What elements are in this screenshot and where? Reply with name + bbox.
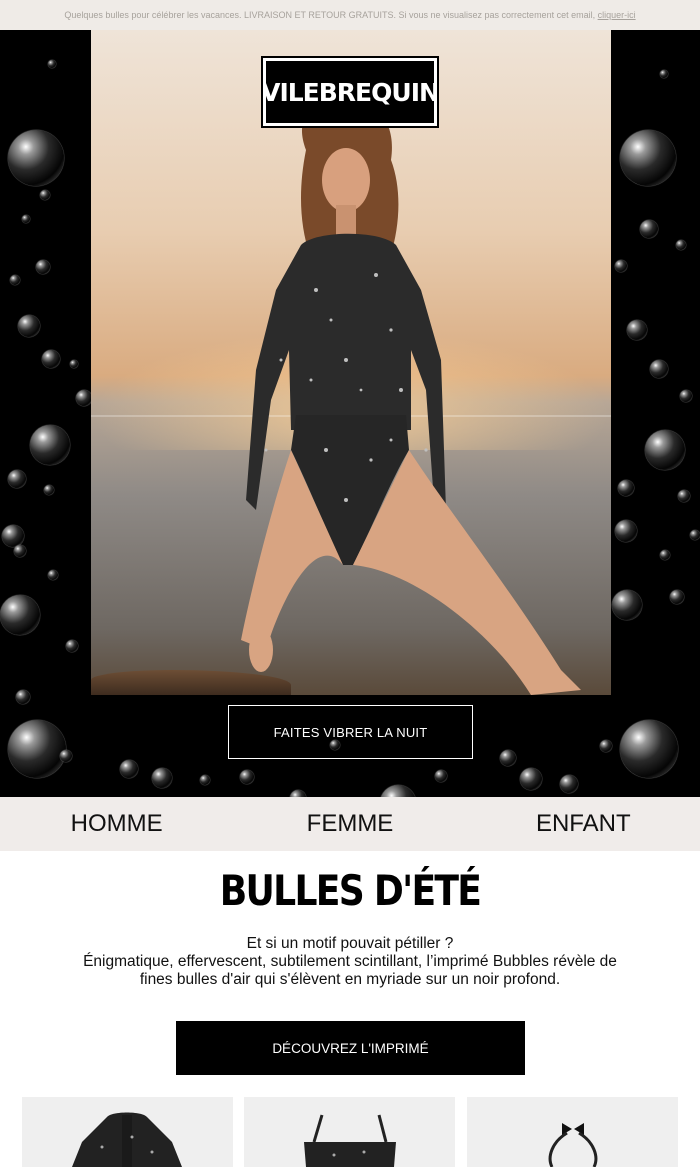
bubble-decoration: [10, 275, 20, 285]
description-line-2: Énigmatique, effervescent, subtilement s…: [83, 953, 617, 970]
bubble-decoration: [8, 130, 64, 186]
bubble-decoration: [620, 720, 678, 778]
bubble-decoration: [22, 215, 30, 223]
bubble-decoration: [435, 770, 447, 782]
product-jacket-image: [72, 1112, 182, 1167]
bubble-decoration: [640, 220, 658, 238]
bubble-decoration: [660, 70, 668, 78]
bubble-decoration: [76, 390, 92, 406]
hero-banner[interactable]: VILEBREQUIN FAITES VIBRER LA NUIT: [0, 30, 700, 797]
bubble-decoration: [660, 550, 670, 560]
bubble-decoration: [40, 190, 50, 200]
bubble-decoration: [42, 350, 60, 368]
bubble-decoration: [240, 770, 254, 784]
bubble-decoration: [2, 525, 24, 547]
bubble-decoration: [627, 320, 647, 340]
bubble-decoration: [680, 390, 692, 402]
product-card-halter[interactable]: [467, 1097, 678, 1167]
nav-item-enfant[interactable]: ENFANT: [467, 797, 700, 851]
description-line-3: fines bulles d'air qui s'élèvent en myri…: [139, 971, 561, 988]
bubble-decoration: [152, 768, 172, 788]
bubble-decoration: [618, 480, 634, 496]
product-card-swimsuit[interactable]: [244, 1097, 455, 1167]
bubble-decoration: [48, 570, 58, 580]
description-line-1: Et si un motif pouvait pétiller ?: [246, 935, 454, 952]
preheader: Quelques bulles pour célébrer les vacanc…: [0, 0, 700, 30]
nav-item-homme[interactable]: HOMME: [0, 797, 233, 851]
bubble-decoration: [44, 485, 54, 495]
bubble-decoration: [30, 425, 70, 465]
bubble-decoration: [612, 590, 642, 620]
bubble-decoration: [620, 130, 676, 186]
bubble-decoration: [645, 430, 685, 470]
bubble-decoration: [600, 740, 612, 752]
category-nav: HOMME FEMME ENFANT: [0, 797, 700, 851]
hero-cta-button[interactable]: FAITES VIBRER LA NUIT: [228, 705, 473, 759]
bubble-decoration: [678, 490, 690, 502]
brand-logo[interactable]: VILEBREQUIN: [261, 56, 440, 128]
bubble-decoration: [16, 690, 30, 704]
bubble-decoration: [120, 760, 138, 778]
bubble-decoration: [66, 640, 78, 652]
bubble-decoration: [290, 790, 306, 797]
view-online-link[interactable]: cliquer-ici: [598, 10, 636, 20]
discover-print-button[interactable]: DÉCOUVREZ L'IMPRIMÉ: [176, 1021, 525, 1075]
nav-item-femme[interactable]: FEMME: [233, 797, 466, 851]
bubble-decoration: [615, 520, 637, 542]
bubble-decoration: [70, 360, 78, 368]
bubble-decoration: [500, 750, 516, 766]
bubble-decoration: [8, 470, 26, 488]
bubble-decoration: [48, 60, 56, 68]
product-swimsuit-image: [304, 1114, 396, 1167]
section-headline: BULLES D'ÉTÉ: [219, 866, 482, 915]
bubble-decoration: [560, 775, 578, 793]
bubble-decoration: [60, 750, 72, 762]
bubble-decoration: [520, 768, 542, 790]
product-card-jacket[interactable]: [22, 1097, 233, 1167]
bubble-decoration: [18, 315, 40, 337]
product-halter-image: [548, 1123, 598, 1167]
bubble-decoration: [676, 240, 686, 250]
model-figure: [241, 101, 581, 695]
section-description: Et si un motif pouvait pétiller ? Énigma…: [50, 935, 650, 989]
bubble-decoration: [200, 775, 210, 785]
bubble-decoration: [380, 785, 416, 797]
hero-photo[interactable]: [91, 30, 611, 695]
bubble-decoration: [670, 590, 684, 604]
bubble-decoration: [36, 260, 50, 274]
product-grid: [22, 1097, 690, 1167]
bubble-decoration: [0, 595, 40, 635]
bubble-decoration: [14, 545, 26, 557]
bubble-decoration: [615, 260, 627, 272]
bubble-decoration: [650, 360, 668, 378]
bubble-decoration: [8, 720, 66, 778]
preheader-text: Quelques bulles pour célébrer les vacanc…: [64, 10, 596, 20]
bubble-decoration: [690, 530, 700, 540]
